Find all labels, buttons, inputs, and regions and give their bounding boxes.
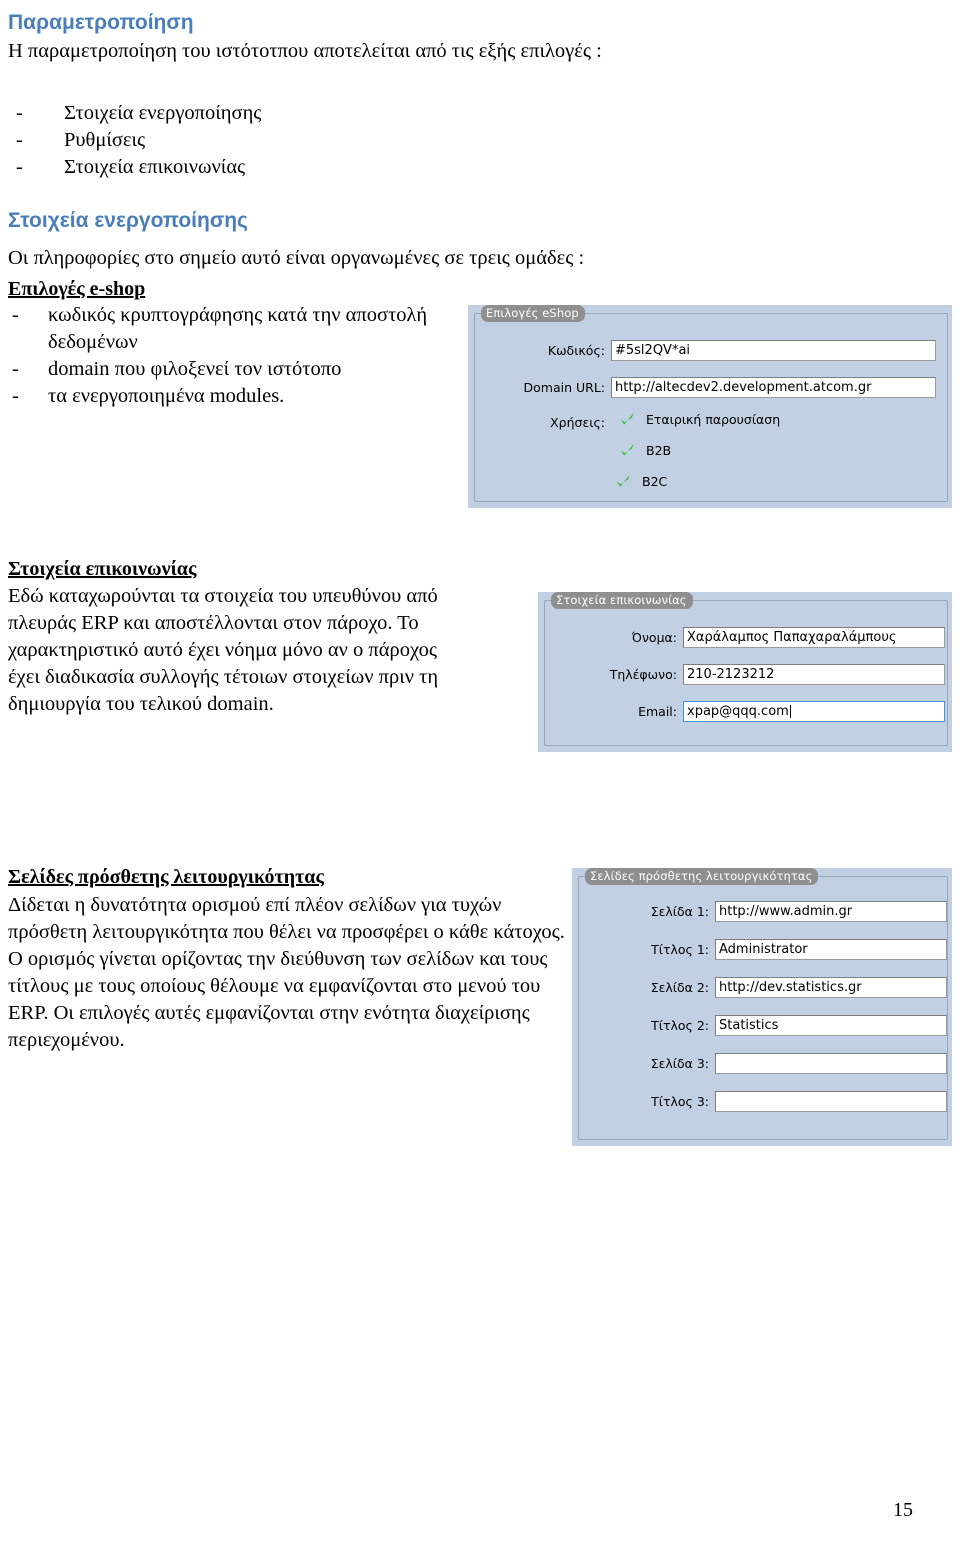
list-item: - Στοιχεία επικοινωνίας (8, 154, 608, 181)
list-item: - κωδικός κρυπτογράφησης κατά την αποστολ… (8, 302, 460, 356)
screenshot-eshop-options: Επιλογές eShop Κωδικός: #5sl2QV*ai Domai… (468, 305, 952, 508)
check-icon (614, 472, 632, 490)
contact-paragraph-block: Εδώ καταχωρούνται τα στοιχεία του υπευθύ… (8, 583, 463, 718)
field-label-page-2: Σελίδα 2: (650, 980, 709, 995)
field-label-page-3: Σελίδα 3: (650, 1056, 709, 1071)
field-input-title-2[interactable]: Statistics (715, 1015, 947, 1036)
groupbox-eshop: Επιλογές eShop Κωδικός: #5sl2QV*ai Domai… (474, 305, 948, 502)
field-input-domain-url[interactable]: http://altecdev2.development.atcom.gr (611, 377, 936, 398)
contact-heading-block: Στοιχεία επικοινωνίας (8, 556, 428, 582)
dash-marker: - (12, 358, 19, 380)
field-label-title-1: Τίτλος 1: (651, 942, 709, 957)
extra-pages-paragraph: Δίδεται η δυνατότητα ορισμού επί πλέον σ… (8, 894, 565, 1051)
list-item-label: Ρυθμίσεις (64, 129, 146, 151)
use-option-b2c[interactable]: B2C (614, 472, 667, 490)
contact-paragraph: Εδώ καταχωρούνται τα στοιχεία του υπευθύ… (8, 585, 439, 715)
check-icon (618, 441, 636, 459)
screenshot-extra-pages: Σελίδες πρόσθετης λειτουργικότητας Σελίδ… (572, 868, 952, 1146)
text-caret (789, 705, 791, 718)
list-item: - domain που φιλοξενεί τον ιστότοπο (8, 356, 460, 383)
list-item-label: domain που φιλοξενεί τον ιστότοπο (48, 358, 342, 380)
dash-marker: - (16, 129, 23, 151)
activation-intro: Οι πληροφορίες στο σημείο αυτό είναι οργ… (8, 247, 585, 269)
page-number: 15 (893, 1499, 913, 1521)
activation-heading-block: Στοιχεία ενεργοποίησης (8, 208, 608, 234)
extra-pages-paragraph-block: Δίδεται η δυνατότητα ορισμού επί πλέον σ… (8, 892, 568, 1054)
field-label-title-2: Τίτλος 2: (651, 1018, 709, 1033)
extra-pages-heading-block: Σελίδες πρόσθετης λειτουργικότητας (8, 864, 568, 890)
list-item-label: κωδικός κρυπτογράφησης κατά την αποστολή… (48, 304, 428, 353)
extra-pages-heading: Σελίδες πρόσθετης λειτουργικότητας (8, 866, 324, 888)
field-input-name[interactable]: Χαράλαμπος Παπαχαραλάμπους (683, 627, 945, 648)
dash-marker: - (16, 156, 23, 178)
options-list-block: - Στοιχεία ενεργοποίησης - Ρυθμίσεις - Στοι… (8, 100, 608, 181)
groupbox-title-extra-pages: Σελίδες πρόσθετης λειτουργικότητας (585, 868, 819, 885)
eshop-list-block: - κωδικός κρυπτογράφησης κατά την αποστολ… (8, 302, 460, 410)
list-item: - τα ενεργοποιημένα modules. (8, 383, 460, 410)
use-option-label: Εταιρική παρουσίαση (646, 411, 781, 427)
eshop-heading: Επιλογές e-shop (8, 278, 146, 300)
groupbox-contact: Στοιχεία επικοινωνίας Όνομα: Χαράλαμπος … (544, 592, 948, 746)
field-label-page-1: Σελίδα 1: (650, 904, 709, 919)
list-item-label: Στοιχεία ενεργοποίησης (64, 102, 262, 124)
groupbox-extra-pages: Σελίδες πρόσθετης λειτουργικότητας Σελίδ… (578, 868, 948, 1140)
list-item: - Στοιχεία ενεργοποίησης (8, 100, 608, 127)
field-input-title-1[interactable]: Administrator (715, 939, 947, 960)
field-label-password: Κωδικός: (547, 343, 605, 358)
dash-marker: - (16, 102, 23, 124)
intro-paragraph: Η παραμετροποίηση του ιστότοτπου αποτελε… (8, 40, 602, 62)
eshop-heading-block: Επιλογές e-shop (8, 276, 408, 302)
field-input-page-3[interactable] (715, 1053, 947, 1074)
activation-intro-block: Οι πληροφορίες στο σημείο αυτό είναι οργ… (8, 245, 708, 272)
list-item-label: Στοιχεία επικοινωνίας (64, 156, 246, 178)
field-label-name: Όνομα: (631, 630, 677, 645)
field-input-title-3[interactable] (715, 1091, 947, 1112)
field-input-email-text: xpap@qqq.com (687, 704, 789, 719)
field-label-uses: Χρήσεις: (550, 415, 605, 430)
field-input-page-1[interactable]: http://www.admin.gr (715, 901, 947, 922)
field-input-password[interactable]: #5sl2QV*ai (611, 340, 936, 361)
field-input-email[interactable]: xpap@qqq.com (683, 701, 945, 722)
groupbox-title-contact: Στοιχεία επικοινωνίας (551, 592, 693, 609)
field-label-phone: Τηλέφωνο: (609, 667, 677, 682)
use-option-b2b[interactable]: B2B (618, 441, 671, 459)
intro-paragraph-block: Η παραμετροποίηση του ιστότοτπου αποτελε… (8, 38, 948, 65)
field-label-email: Email: (638, 704, 677, 719)
list-item-label: τα ενεργοποιημένα modules. (48, 385, 285, 407)
options-list: - Στοιχεία ενεργοποίησης - Ρυθμίσεις - Στοι… (8, 100, 608, 181)
page-title-block: Παραμετροποίηση (8, 10, 608, 36)
page-title: Παραμετροποίηση (8, 11, 194, 34)
eshop-list: - κωδικός κρυπτογράφησης κατά την αποστολ… (8, 302, 460, 410)
check-icon (618, 410, 636, 428)
screenshot-contact-details: Στοιχεία επικοινωνίας Όνομα: Χαράλαμπος … (538, 592, 952, 752)
list-item: - Ρυθμίσεις (8, 127, 608, 154)
use-option-label: B2C (642, 473, 668, 489)
field-input-page-2[interactable]: http://dev.statistics.gr (715, 977, 947, 998)
field-label-title-3: Τίτλος 3: (651, 1094, 709, 1109)
use-option-corporate[interactable]: Εταιρική παρουσίαση (618, 410, 780, 428)
dash-marker: - (12, 304, 19, 326)
contact-heading: Στοιχεία επικοινωνίας (8, 558, 197, 580)
groupbox-title-eshop: Επιλογές eShop (481, 305, 585, 322)
activation-heading: Στοιχεία ενεργοποίησης (8, 209, 248, 232)
field-input-phone[interactable]: 210-2123212 (683, 664, 945, 685)
use-option-label: B2B (646, 442, 672, 458)
field-label-domain-url: Domain URL: (523, 380, 606, 395)
dash-marker: - (12, 385, 19, 407)
